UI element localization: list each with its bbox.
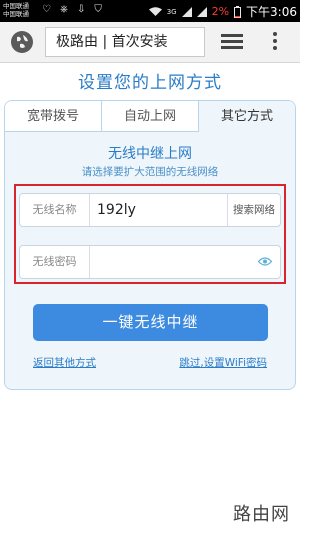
section-subtitle: 请选择要扩大范围的无线网络	[81, 166, 219, 178]
signal-1-icon	[181, 6, 192, 17]
search-network-button[interactable]: 搜索网络	[227, 194, 280, 226]
clock: 下午3:06	[246, 5, 297, 19]
section-title: 无线中继上网	[108, 146, 192, 162]
browser-toolbar: 极路由 | 首次安装	[0, 22, 300, 63]
ssid-label: 无线名称	[20, 194, 90, 226]
system-icons: 3G 2% 下午3:06	[148, 3, 297, 20]
shield-icon: ⛉	[94, 4, 102, 15]
ssid-input[interactable]: 192ly	[97, 194, 136, 226]
message-icon: ♡	[42, 4, 51, 15]
status-bar: 中国联通 中国联通 ♡ ⎈ ⇩ ⛉ 3G 2% 下午3:06	[0, 0, 300, 22]
globe-icon[interactable]	[11, 31, 33, 53]
skip-link[interactable]: 跳过,设置WiFi密码	[179, 355, 267, 370]
battery-icon	[234, 5, 242, 18]
password-field: 无线密码	[19, 245, 281, 279]
tab-pppoe[interactable]: 宽带拨号	[5, 101, 102, 131]
carrier-1: 中国联通	[3, 2, 29, 10]
back-link[interactable]: 返回其他方式	[33, 355, 96, 370]
address-bar[interactable]: 极路由 | 首次安装	[45, 27, 205, 57]
page-title: 设置您的上网方式	[78, 73, 222, 93]
ssid-field: 无线名称 192ly 搜索网络	[19, 193, 281, 227]
tab-other[interactable]: 其它方式	[199, 101, 295, 132]
usb-icon: ⎈	[59, 4, 68, 15]
signal-2-icon	[196, 6, 207, 17]
one-click-repeater-button[interactable]: 一键无线中继	[33, 304, 268, 341]
carrier-2: 中国联通	[3, 10, 29, 18]
battery-percent: 2%	[211, 5, 230, 18]
menu-icon[interactable]	[272, 32, 278, 54]
carrier-labels: 中国联通 中国联通	[3, 2, 29, 18]
tab-bar: 宽带拨号 自动上网 其它方式	[5, 101, 295, 132]
notification-icons: ♡ ⎈ ⇩ ⛉	[42, 4, 102, 15]
eye-icon[interactable]	[258, 257, 272, 266]
download-icon: ⇩	[76, 4, 86, 15]
tabs-icon[interactable]	[221, 34, 243, 51]
wifi-icon	[148, 6, 162, 16]
password-input[interactable]	[91, 247, 251, 277]
password-label: 无线密码	[20, 246, 90, 278]
setup-card: 宽带拨号 自动上网 其它方式 无线中继上网 请选择要扩大范围的无线网络 无线名称…	[4, 100, 296, 390]
watermark: 路由网	[233, 504, 290, 525]
tab-dhcp[interactable]: 自动上网	[102, 101, 199, 131]
network-type: 3G	[166, 7, 177, 16]
